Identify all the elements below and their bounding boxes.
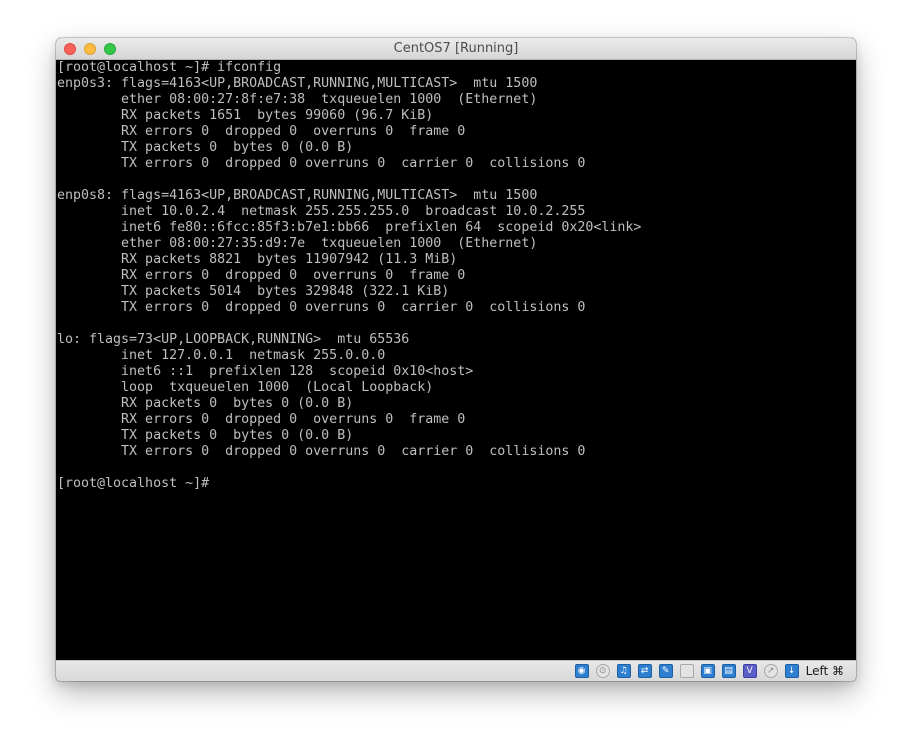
console-line: RX packets 0 bytes 0 (0.0 B) — [57, 396, 354, 411]
console-line: TX packets 5014 bytes 329848 (322.1 KiB) — [57, 284, 450, 299]
virtualbox-window: CentOS7 [Running] [root@localhost ~]# if… — [56, 38, 856, 681]
video-capture-icon[interactable]: ▤ — [721, 664, 736, 678]
console-line: [root@localhost ~]# ifconfig — [57, 60, 282, 75]
optical-drive-icon-glyph: ⊙ — [598, 666, 607, 676]
console-line: TX packets 0 bytes 0 (0.0 B) — [57, 140, 354, 155]
virtualization-icon[interactable]: V — [742, 664, 757, 678]
console-line: RX errors 0 dropped 0 overruns 0 frame 0 — [57, 268, 466, 283]
console-line: TX errors 0 dropped 0 overruns 0 carrier… — [57, 300, 586, 315]
mouse-integration-icon[interactable]: ↗ — [763, 664, 778, 678]
console-line: inet6 fe80::6fcc:85f3:b7e1:bb66 prefixle… — [57, 220, 642, 235]
console-line: TX packets 0 bytes 0 (0.0 B) — [57, 428, 354, 443]
host-key-label: Left ⌘ — [805, 664, 844, 678]
console-line: inet 127.0.0.1 netmask 255.0.0.0 — [57, 348, 386, 363]
network-icon-glyph: ⇄ — [640, 666, 649, 676]
console-line: RX errors 0 dropped 0 overruns 0 frame 0 — [57, 124, 466, 139]
window-title: CentOS7 [Running] — [393, 41, 519, 56]
usb-icon[interactable]: ✎ — [658, 664, 673, 678]
console-line: RX packets 8821 bytes 11907942 (11.3 MiB… — [57, 252, 458, 267]
vm-console[interactable]: [root@localhost ~]# ifconfig enp0s3: flag… — [56, 60, 856, 660]
console-line: lo: flags=73<UP,LOOPBACK,RUNNING> mtu 65… — [57, 332, 410, 347]
console-line: inet 10.0.2.4 netmask 255.255.255.0 broa… — [57, 204, 586, 219]
title-bar[interactable]: CentOS7 [Running] — [56, 38, 856, 60]
optical-drive-icon[interactable]: ⊙ — [595, 664, 610, 678]
audio-icon-glyph: ♫ — [619, 666, 628, 676]
console-line: [root@localhost ~]# — [57, 476, 210, 491]
hard-disk-icon[interactable]: ◉ — [574, 664, 589, 678]
status-bar: ◉ ⊙ ♫ ⇄ ✎ ▣ ▤ V ↗ ↓ Left ⌘ — [56, 660, 856, 681]
hard-disk-icon-glyph: ◉ — [577, 666, 586, 676]
virtualization-icon-glyph: V — [746, 666, 753, 676]
console-line: enp0s3: flags=4163<UP,BROADCAST,RUNNING,… — [57, 76, 538, 91]
console-output: [root@localhost ~]# ifconfig enp0s3: flag… — [56, 60, 856, 492]
console-line: enp0s8: flags=4163<UP,BROADCAST,RUNNING,… — [57, 188, 538, 203]
console-line: loop txqueuelen 1000 (Local Loopback) — [57, 380, 434, 395]
console-line: RX packets 1651 bytes 99060 (96.7 KiB) — [57, 108, 434, 123]
console-line: RX errors 0 dropped 0 overruns 0 frame 0 — [57, 412, 466, 427]
console-line: ether 08:00:27:8f:e7:38 txqueuelen 1000 … — [57, 92, 538, 107]
display-icon[interactable]: ▣ — [700, 664, 715, 678]
console-line: TX errors 0 dropped 0 overruns 0 carrier… — [57, 156, 586, 171]
status-icons: ◉ ⊙ ♫ ⇄ ✎ ▣ ▤ V ↗ ↓ Left ⌘ — [568, 663, 844, 679]
video-capture-icon-glyph: ▤ — [724, 666, 733, 676]
shared-folders-icon[interactable] — [679, 664, 694, 678]
console-line: TX errors 0 dropped 0 overruns 0 carrier… — [57, 444, 586, 459]
console-line: inet6 ::1 prefixlen 128 scopeid 0x10<hos… — [57, 364, 474, 379]
keyboard-capture-icon-glyph: ↓ — [787, 666, 796, 676]
usb-icon-glyph: ✎ — [661, 666, 670, 676]
audio-icon[interactable]: ♫ — [616, 664, 631, 678]
keyboard-capture-icon[interactable]: ↓ — [784, 664, 799, 678]
mouse-integration-icon-glyph: ↗ — [766, 666, 775, 676]
network-icon[interactable]: ⇄ — [637, 664, 652, 678]
console-line: ether 08:00:27:35:d9:7e txqueuelen 1000 … — [57, 236, 538, 251]
display-icon-glyph: ▣ — [703, 666, 712, 676]
